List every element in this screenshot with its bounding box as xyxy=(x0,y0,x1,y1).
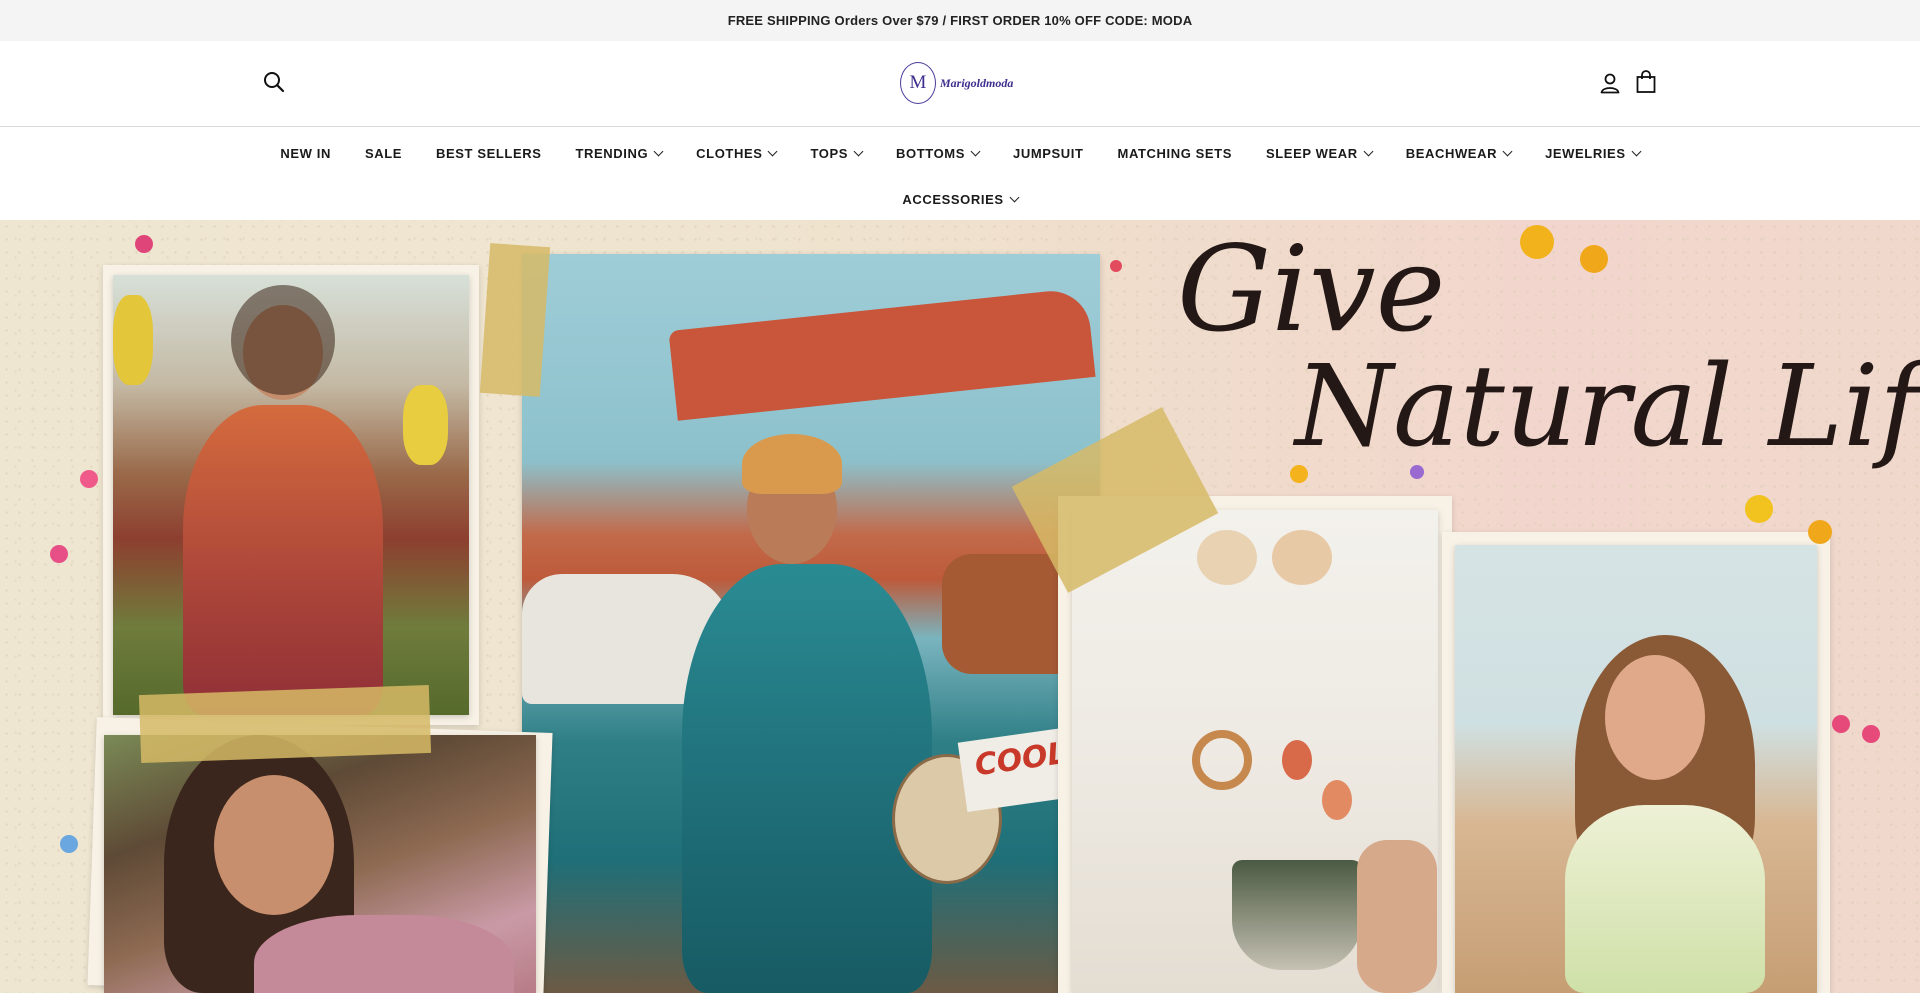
nav-item-sale[interactable]: SALE xyxy=(365,146,402,161)
announcement-bar: FREE SHIPPING Orders Over $79 / FIRST OR… xyxy=(0,0,1920,41)
flower-icon xyxy=(1808,520,1832,544)
chevron-down-icon xyxy=(853,146,864,156)
search-button[interactable] xyxy=(260,68,288,96)
photo-street-woman: COOL xyxy=(522,254,1100,993)
headline-line-2: Natural Life xyxy=(1292,342,1920,472)
photo-sign-text: COOL xyxy=(972,735,1069,784)
nav-item-new-in[interactable]: NEW IN xyxy=(280,146,331,161)
flower-icon xyxy=(1862,725,1880,743)
cart-button[interactable] xyxy=(1632,68,1660,96)
flower-icon xyxy=(60,835,78,853)
flower-icon xyxy=(1110,260,1122,272)
announcement-text: FREE SHIPPING Orders Over $79 / FIRST OR… xyxy=(727,13,1193,28)
cart-icon xyxy=(1636,70,1656,93)
nav-item-clothes[interactable]: CLOTHES xyxy=(696,146,778,161)
site-header: M Marigoldmoda xyxy=(0,41,1920,127)
nav-item-bottoms[interactable]: BOTTOMS xyxy=(896,146,981,161)
hero-banner[interactable]: COOL Give Natural Life xyxy=(0,220,1920,993)
search-icon xyxy=(264,72,285,93)
flower-icon xyxy=(135,235,153,253)
photo-shell-ornaments xyxy=(1072,510,1438,993)
chevron-down-icon xyxy=(1631,146,1642,156)
tape-decoration xyxy=(479,243,551,397)
photo-laughing-woman xyxy=(104,735,536,993)
photo-beach-woman xyxy=(1455,545,1817,993)
chevron-down-icon xyxy=(653,146,664,156)
flower-icon xyxy=(80,470,98,488)
chevron-down-icon xyxy=(1009,192,1020,202)
chevron-down-icon xyxy=(768,146,778,156)
chevron-down-icon xyxy=(1363,146,1374,156)
nav-item-matching-sets[interactable]: MATCHING SETS xyxy=(1118,146,1232,161)
flower-icon xyxy=(1745,495,1773,523)
nav-item-accessories[interactable]: ACCESSORIES xyxy=(902,192,1020,207)
logo-text: Marigoldmoda xyxy=(940,75,1014,90)
nav-item-tops[interactable]: TOPS xyxy=(810,146,864,161)
headline-graphic: Give Natural Life xyxy=(1177,220,1920,472)
chevron-down-icon xyxy=(970,146,981,156)
photo-market-woman xyxy=(113,275,469,715)
headline-line-1: Give xyxy=(1177,220,1446,358)
nav-row-secondary: ACCESSORIES xyxy=(0,187,1920,211)
nav-item-best-sellers[interactable]: BEST SELLERS xyxy=(436,146,541,161)
nav-item-beachwear[interactable]: BEACHWEAR xyxy=(1406,146,1513,161)
logo-mark: M xyxy=(900,62,936,104)
tape-decoration xyxy=(138,684,432,764)
hero-headline: Give Natural Life xyxy=(1165,220,1920,480)
nav-item-sleep-wear[interactable]: SLEEP WEAR xyxy=(1266,146,1374,161)
flower-icon xyxy=(1832,715,1850,733)
main-navigation: NEW IN SALE BEST SELLERS TRENDING CLOTHE… xyxy=(0,127,1920,220)
site-logo[interactable]: M Marigoldmoda xyxy=(900,60,1013,106)
nav-row-primary: NEW IN SALE BEST SELLERS TRENDING CLOTHE… xyxy=(0,141,1920,165)
account-button[interactable] xyxy=(1596,69,1624,97)
nav-item-trending[interactable]: TRENDING xyxy=(575,146,664,161)
chevron-down-icon xyxy=(1502,146,1513,156)
account-icon xyxy=(1600,73,1620,94)
flower-icon xyxy=(50,545,68,563)
nav-item-jumpsuit[interactable]: JUMPSUIT xyxy=(1013,146,1084,161)
nav-item-jewelries[interactable]: JEWELRIES xyxy=(1545,146,1642,161)
